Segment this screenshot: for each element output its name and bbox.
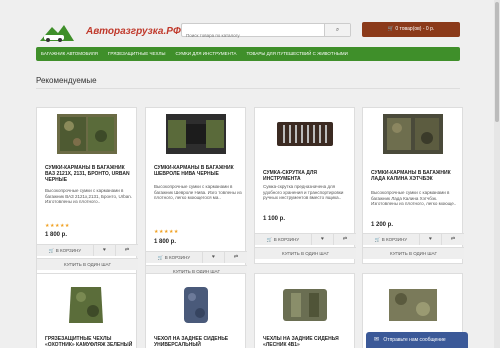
chat-label: Отправьте нам сообщение <box>383 337 446 343</box>
compare-button[interactable]: ⇄ <box>116 245 138 256</box>
search-icon: ⌕ <box>335 27 340 33</box>
nav-item-mud-covers[interactable]: Грязезащитные чехлы <box>103 47 171 61</box>
product-price: 1 800 р. <box>154 239 177 245</box>
logo-car-icon <box>40 25 74 42</box>
compare-button[interactable]: ⇄ <box>442 234 464 245</box>
product-card: Грязезащитные чехлы «Охотник» камуфляж з… <box>36 273 137 348</box>
card-actions: 🛒 В КОРЗИНУ ♥ ⇄ <box>363 233 464 245</box>
cart-label: 0 товар(ов) - 0 р. <box>395 26 435 32</box>
rating-stars: ★★★★★ <box>45 223 70 229</box>
product-image[interactable] <box>166 280 226 330</box>
product-image[interactable] <box>57 280 117 330</box>
cart-icon: 🛒 <box>374 237 382 242</box>
compare-button[interactable]: ⇄ <box>225 252 247 263</box>
product-card: Чехлы на задние сиденья «Лесник 4В1» <box>254 273 355 348</box>
compare-icon: ⇄ <box>124 247 130 253</box>
product-description: Высокопрочные сумки с карманами в багажн… <box>371 190 457 206</box>
buy-one-click-button[interactable]: Купить в один шаг <box>255 247 356 259</box>
cart-icon: 🛒 <box>387 26 394 32</box>
product-image[interactable] <box>57 114 117 154</box>
site-logo[interactable]: Авторазгрузка.РФ <box>38 21 181 43</box>
nav-item-pet-travel[interactable]: Товары для путешествий с животными <box>241 47 352 61</box>
product-card: Сумки-карманы в багажник ВАЗ 2121х, 2131… <box>36 107 138 277</box>
compare-icon: ⇄ <box>233 254 239 260</box>
header: Авторазгрузка.РФ ⌕ 🛒 0 товар(ов) - 0 р. <box>30 16 468 46</box>
product-card: Сумки-карманы в багажник Лада Калина Хэт… <box>362 107 464 264</box>
add-to-cart-button[interactable]: 🛒 В КОРЗИНУ <box>37 245 94 256</box>
add-to-cart-button[interactable]: 🛒 В КОРЗИНУ <box>363 234 420 245</box>
cart-icon: 🛒 <box>48 248 56 253</box>
product-image[interactable] <box>166 114 226 154</box>
product-description: Высокопрочные сумки с карманами в багажн… <box>45 188 133 204</box>
page: Авторазгрузка.РФ ⌕ 🛒 0 товар(ов) - 0 р. … <box>30 16 468 348</box>
section-title: Рекомендуемые <box>36 76 97 85</box>
main-nav: Багажник автомобиля Грязезащитные чехлы … <box>36 47 460 61</box>
product-image[interactable] <box>383 114 443 154</box>
wishlist-button[interactable]: ♥ <box>420 234 442 245</box>
heart-icon: ♥ <box>429 236 432 242</box>
product-price: 1 800 р. <box>45 232 68 238</box>
heart-icon: ♥ <box>212 254 215 260</box>
logo-text: Авторазгрузка.РФ <box>86 26 181 37</box>
product-name[interactable]: Сумки-карманы в багажник ВАЗ 2121х, 2131… <box>45 165 133 183</box>
heart-icon: ♥ <box>321 236 324 242</box>
nav-item-tool-bags[interactable]: Сумки для инструмента <box>170 47 241 61</box>
add-to-cart-label: В КОРЗИНУ <box>55 248 82 253</box>
product-description: Высокопрочные сумки с карманами в багажн… <box>154 184 242 200</box>
add-to-cart-label: В КОРЗИНУ <box>381 237 408 242</box>
compare-icon: ⇄ <box>342 236 348 242</box>
heart-icon: ♥ <box>103 247 106 253</box>
card-actions: 🛒 В КОРЗИНУ ♥ ⇄ <box>37 244 138 256</box>
product-image[interactable] <box>275 280 335 330</box>
card-actions: 🛒 В КОРЗИНУ ♥ ⇄ <box>255 233 356 245</box>
rating-stars: ★★★★★ <box>154 229 179 235</box>
search-input[interactable] <box>182 29 322 42</box>
product-name[interactable]: Сумка-скрутка для инструмента <box>263 170 351 182</box>
product-name[interactable]: Сумки-карманы в багажник Шевроле Нива че… <box>154 165 242 177</box>
cart-icon: 🛒 <box>266 237 274 242</box>
divider <box>36 88 460 89</box>
search-button[interactable]: ⌕ <box>324 24 350 36</box>
product-card: Чехол на заднее сиденье универсальный <box>145 273 246 348</box>
scrollbar-thumb[interactable] <box>495 2 499 122</box>
add-to-cart-label: В КОРЗИНУ <box>164 255 191 260</box>
product-name[interactable]: Грязезащитные чехлы «Охотник» камуфляж з… <box>45 336 133 348</box>
card-actions: 🛒 В КОРЗИНУ ♥ ⇄ <box>146 251 247 263</box>
product-name[interactable]: Сумки-карманы в багажник Лада Калина Хэт… <box>371 170 459 182</box>
add-to-cart-button[interactable]: 🛒 В КОРЗИНУ <box>255 234 312 245</box>
chat-widget[interactable]: ✉ Отправьте нам сообщение <box>366 332 468 348</box>
compare-icon: ⇄ <box>450 236 456 242</box>
wishlist-button[interactable]: ♥ <box>94 245 116 256</box>
cart-icon: 🛒 <box>157 255 165 260</box>
page-scrollbar[interactable] <box>494 0 500 348</box>
cart-button[interactable]: 🛒 0 товар(ов) - 0 р. <box>362 22 460 37</box>
buy-one-click-button[interactable]: Купить в один шаг <box>363 247 464 259</box>
product-price: 1 200 р. <box>371 222 394 228</box>
product-card: Сумки-карманы в багажник Шевроле Нива че… <box>145 107 247 282</box>
product-image[interactable] <box>275 114 335 154</box>
wishlist-button[interactable]: ♥ <box>312 234 334 245</box>
nav-item-trunk[interactable]: Багажник автомобиля <box>36 47 103 61</box>
add-to-cart-button[interactable]: 🛒 В КОРЗИНУ <box>146 252 203 263</box>
product-name[interactable]: Чехлы на задние сиденья «Лесник 4В1» <box>263 336 351 348</box>
product-price: 1 100 р. <box>263 216 286 222</box>
product-card: Сумка-скрутка для инструмента Сумка-скру… <box>254 107 356 264</box>
product-image[interactable] <box>383 280 443 330</box>
add-to-cart-label: В КОРЗИНУ <box>273 237 300 242</box>
product-description: Сумка-скрутка предназначена для удобного… <box>263 184 344 200</box>
wishlist-button[interactable]: ♥ <box>203 252 225 263</box>
search-box: ⌕ <box>181 23 351 42</box>
chat-icon: ✉ <box>374 337 380 343</box>
buy-one-click-button[interactable]: Купить в один шаг <box>37 258 138 270</box>
compare-button[interactable]: ⇄ <box>334 234 356 245</box>
product-name[interactable]: Чехол на заднее сиденье универсальный <box>154 336 242 348</box>
